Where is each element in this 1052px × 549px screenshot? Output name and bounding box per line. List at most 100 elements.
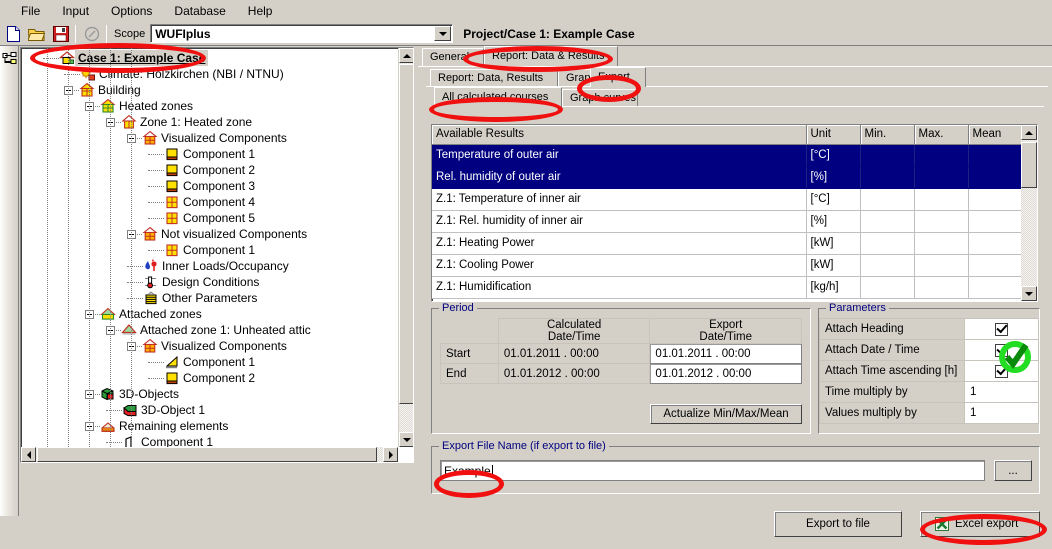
results-table[interactable]: Available Results Unit Min. Max. Mean Temper… <box>432 125 1022 299</box>
tree-scroll-right-button[interactable] <box>383 447 398 462</box>
tree-node[interactable]: Component 5 <box>21 210 413 226</box>
results-row[interactable]: Z.1: Heating Power [kW] <box>432 232 1022 255</box>
export-to-file-button[interactable]: Export to file <box>774 511 902 537</box>
results-cell-name: Z.1: Cooling Power <box>432 254 807 277</box>
tree-node[interactable]: Building <box>21 82 413 98</box>
menu-item-options[interactable]: Options <box>100 1 163 21</box>
tree-connector <box>148 249 164 251</box>
tree-node[interactable]: Attached zones <box>21 306 413 322</box>
parameter-checkbox[interactable] <box>964 318 1039 340</box>
tree-hscroll-thumb[interactable] <box>37 447 377 462</box>
tab-all-calculated-courses[interactable]: All calculated courses <box>434 87 562 107</box>
tab-report-data-results-2[interactable]: Report: Data, Results <box>430 69 558 87</box>
tree-scroll-thumb[interactable] <box>399 64 413 404</box>
tree-node[interactable]: Component 1 <box>21 242 413 258</box>
tree-node[interactable]: Attached zone 1: Unheated attic <box>21 322 413 338</box>
menu-item-input[interactable]: Input <box>51 1 100 21</box>
tree-scroll-down-button[interactable] <box>399 432 413 447</box>
tree-node[interactable]: Remaining elements <box>21 418 413 434</box>
menu-item-file[interactable]: File <box>10 1 51 21</box>
tree-node[interactable]: Inner Loads/Occupancy <box>21 258 413 274</box>
results-row[interactable]: Z.1: Cooling Power [kW] <box>432 254 1022 277</box>
results-column-header[interactable]: Min. <box>860 125 915 145</box>
tree-node[interactable]: Component 2 <box>21 370 413 386</box>
results-cell-name: Z.1: Temperature of inner air <box>432 188 807 211</box>
tree-scroll-left-button[interactable] <box>21 447 36 462</box>
tree-scroll-up-button[interactable] <box>399 48 413 63</box>
checkmark-icon[interactable] <box>995 322 1008 336</box>
tree-node[interactable]: 3D-Objects <box>21 386 413 402</box>
results-row[interactable]: Z.1: Rel. humidity of inner air [%] <box>432 210 1022 233</box>
excel-export-button[interactable]: Excel export <box>920 511 1040 537</box>
parameter-value-input[interactable]: 1 <box>964 402 1039 424</box>
tree-node[interactable]: 3D-Object 1 <box>21 402 413 418</box>
tab-export[interactable]: Export <box>590 67 646 87</box>
tree-node[interactable]: Component 4 <box>21 194 413 210</box>
results-column-header[interactable]: Unit <box>806 125 861 145</box>
parameter-checkbox[interactable] <box>964 339 1039 361</box>
actualize-minmaxmean-button[interactable]: Actualize Min/Max/Mean <box>650 404 802 424</box>
results-scroll-down-button[interactable] <box>1021 286 1037 301</box>
new-document-button[interactable] <box>2 23 24 44</box>
checkmark-icon[interactable] <box>995 364 1008 378</box>
results-row[interactable]: Rel. humidity of outer air [%] <box>432 166 1022 189</box>
tree-node[interactable]: Zone 1: Heated zone <box>21 114 413 130</box>
component-wall-icon <box>164 147 180 162</box>
results-row[interactable]: Z.1: Temperature of inner air [°C] <box>432 188 1022 211</box>
tree-node[interactable]: Not visualized Components <box>21 226 413 242</box>
browse-button[interactable]: ... <box>994 460 1032 481</box>
results-vertical-scrollbar[interactable] <box>1021 125 1037 301</box>
other-parameters-icon <box>143 290 159 306</box>
tree-node[interactable]: Heated zones <box>21 98 413 114</box>
tree-node[interactable]: Component 2 <box>21 162 413 178</box>
tree-node[interactable]: Visualized Components <box>21 130 413 146</box>
open-file-button[interactable] <box>26 23 48 44</box>
results-column-header[interactable]: Available Results <box>432 125 807 145</box>
tree-node[interactable]: Other Parameters <box>21 290 413 306</box>
tree-node[interactable]: Visualized Components <box>21 338 413 354</box>
project-tree-panel[interactable]: Case 1: Example Case Climate: Holzkirchen… <box>20 47 414 463</box>
parameter-checkbox[interactable] <box>964 360 1039 382</box>
parameter-value-input[interactable]: 1 <box>964 381 1039 403</box>
period-end-export-input[interactable]: 01.01.2012 . 00:00 <box>649 363 802 384</box>
component-slope-icon <box>164 355 180 370</box>
results-scroll-thumb[interactable] <box>1021 142 1037 188</box>
tree-node-label: Design Conditions <box>162 275 260 289</box>
tree-view-icon[interactable] <box>2 52 18 68</box>
scope-combobox[interactable]: WUFIplus <box>150 24 454 43</box>
tree-node[interactable]: Component 1 <box>21 146 413 162</box>
results-scroll-up-button[interactable] <box>1021 125 1037 140</box>
tree-node[interactable]: Climate: Holzkirchen (NBI / NTNU) <box>21 66 413 82</box>
tree-connector <box>148 153 164 155</box>
main-toolbar: Scope WUFIplus Project/Case 1: Example C… <box>0 22 1052 46</box>
tree-node[interactable]: Component 1 <box>21 354 413 370</box>
save-button[interactable] <box>50 23 72 44</box>
menu-item-database[interactable]: Database <box>163 1 236 21</box>
tree-vertical-scrollbar[interactable] <box>398 48 413 447</box>
tab-graph-curves[interactable]: Graph curves <box>562 89 638 107</box>
tree-case-node[interactable]: Case 1: Example Case <box>21 50 413 66</box>
project-tree[interactable]: Case 1: Example Case Climate: Holzkirchen… <box>21 48 413 450</box>
tree-horizontal-scrollbar[interactable] <box>21 447 398 462</box>
tree-connector <box>127 297 143 299</box>
results-row[interactable]: Temperature of outer air [°C] <box>432 144 1022 167</box>
results-column-header[interactable]: Max. <box>914 125 969 145</box>
period-start-export-input[interactable]: 01.01.2011 . 00:00 <box>649 343 802 364</box>
export-filename-input[interactable]: Example <box>440 460 985 481</box>
parameter-row: Attach Heading <box>819 318 1039 340</box>
menu-item-help[interactable]: Help <box>237 1 284 21</box>
new-document-icon <box>6 25 20 42</box>
parameter-label: Attach Date / Time <box>819 339 965 361</box>
available-results-grid[interactable]: Available Results Unit Min. Max. Mean Temper… <box>431 124 1038 302</box>
results-column-header[interactable]: Mean <box>968 125 1022 145</box>
parameters-table[interactable]: Attach Heading Attach Date / Time Attach T… <box>819 318 1039 424</box>
table-body[interactable]: Temperature of outer air [°C] Rel. humidit… <box>432 144 1022 299</box>
info-button[interactable] <box>81 23 103 44</box>
tab-report-data-results[interactable]: Report: Data & Results <box>484 46 618 66</box>
results-row[interactable]: Z.1: Humidification [kg/h] <box>432 276 1022 299</box>
tree-node[interactable]: Design Conditions <box>21 274 413 290</box>
chevron-down-icon[interactable] <box>434 26 452 41</box>
tab-general[interactable]: General <box>422 48 484 66</box>
tree-node[interactable]: Component 3 <box>21 178 413 194</box>
checkmark-icon[interactable] <box>995 343 1008 357</box>
